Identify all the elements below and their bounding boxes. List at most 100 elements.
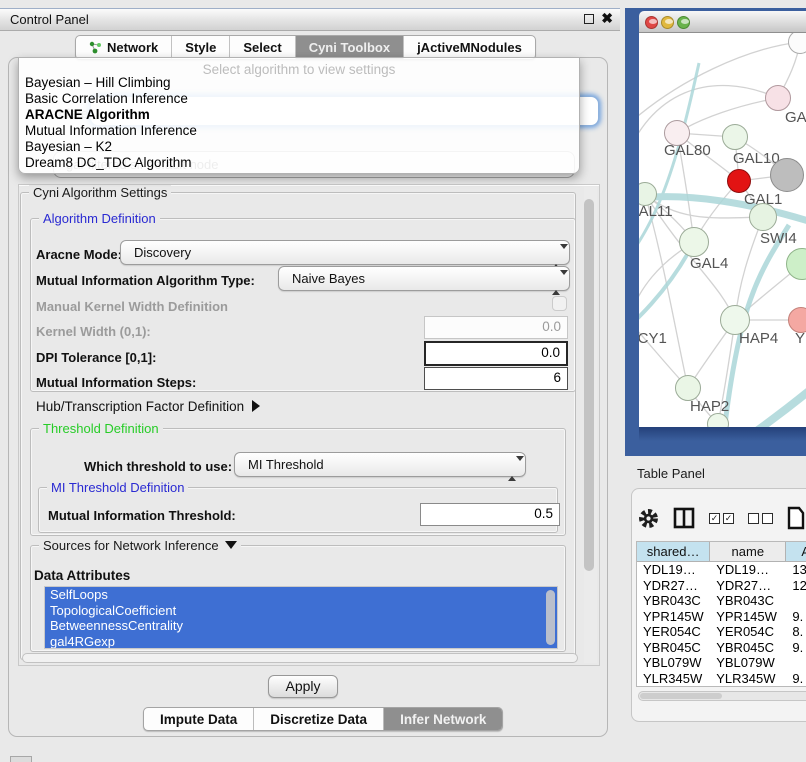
sources-title-text: Sources for Network Inference — [43, 538, 219, 553]
algorithm-option[interactable]: Mutual Information Inference — [19, 123, 579, 139]
table-panel-title: Table Panel — [637, 466, 705, 481]
table-cell: YDR27… — [637, 578, 710, 594]
table-row[interactable]: YLR345WYLR345W9. — [637, 671, 806, 687]
table-cell: YPR145W — [637, 609, 710, 625]
node-gal1[interactable] — [727, 169, 751, 193]
node-swi4[interactable] — [749, 203, 777, 231]
column-header-2[interactable]: name — [710, 542, 786, 562]
table-row[interactable]: YDR27…YDR27…12 — [637, 578, 806, 594]
table-row[interactable]: YIL052CYIL052C9 — [637, 686, 806, 687]
gear-icon[interactable] — [638, 508, 659, 529]
table-cell: 13 — [786, 562, 806, 578]
table-cell: 8. — [786, 624, 806, 640]
tab-infer-network[interactable]: Infer Network — [384, 708, 502, 730]
column-header-3[interactable]: A — [786, 542, 806, 562]
node-label-hap2: HAP2 — [690, 398, 729, 415]
aracne-mode-combobox[interactable]: Discovery — [120, 240, 570, 265]
node-gal[interactable] — [765, 85, 791, 111]
data-attribute-item[interactable]: TopologicalCoefficient — [45, 603, 557, 619]
sources-group-title[interactable]: Sources for Network Inference — [39, 538, 241, 553]
tab-label: Select — [243, 40, 281, 55]
tab-select[interactable]: Select — [230, 36, 295, 59]
algorithm-option[interactable]: Bayesian – Hill Climbing — [19, 75, 579, 91]
algorithm-option[interactable]: Bayesian – K2 — [19, 139, 579, 155]
table-row[interactable]: YBR043CYBR043C — [637, 593, 806, 609]
aracne-mode-value: Discovery — [134, 245, 191, 260]
settings-scrollbar-thumb[interactable] — [584, 199, 594, 571]
minimize-traffic-light-icon[interactable] — [661, 16, 674, 29]
show-columns-icon[interactable]: ✓✓ — [709, 513, 734, 524]
data-attribute-item[interactable]: SelfLoops — [45, 587, 557, 603]
table-row[interactable]: YER054CYER054C8. — [637, 624, 806, 640]
table-horizontal-scrollbar-thumb[interactable] — [640, 693, 722, 699]
table-cell: YBL079W — [710, 655, 786, 671]
table-row[interactable]: YDL19…YDL19…13 — [637, 562, 806, 578]
table-cell: 12 — [786, 578, 806, 594]
combo-stepper-icon — [552, 245, 561, 268]
mi-type-combobox[interactable]: Naive Bayes — [278, 266, 570, 291]
attribute-list-scrollbar-thumb[interactable] — [546, 590, 555, 645]
settings-scrollbar-track[interactable] — [584, 187, 597, 663]
minimized-panel-handle[interactable] — [10, 756, 32, 762]
hub-definition-expander[interactable]: Hub/Transcription Factor Definition — [36, 399, 260, 414]
table-cell: YER054C — [710, 624, 786, 640]
network-window-titlebar[interactable] — [639, 11, 806, 33]
hide-columns-icon[interactable] — [748, 513, 773, 524]
tab-label: Cyni Toolbox — [309, 40, 390, 55]
tab-jactivemnodules[interactable]: jActiveMNodules — [404, 36, 535, 59]
node-gal4[interactable] — [679, 227, 709, 257]
table-cell: YER054C — [637, 624, 710, 640]
data-attribute-item[interactable]: gal4RGexp — [45, 634, 557, 650]
network-tab-icon — [89, 41, 102, 54]
algorithm-option[interactable]: ARACNE Algorithm — [19, 107, 579, 123]
tab-network[interactable]: Network — [76, 36, 172, 59]
algorithm-definition-title: Algorithm Definition — [39, 211, 160, 226]
hub-definition-label: Hub/Transcription Factor Definition — [36, 399, 244, 414]
close-icon[interactable]: ✖ — [601, 10, 613, 27]
table-cell: YLR345W — [710, 671, 786, 687]
node[interactable] — [770, 158, 804, 192]
which-threshold-combobox[interactable]: MI Threshold — [234, 452, 526, 477]
table-row[interactable]: YBR045CYBR045C9. — [637, 640, 806, 656]
table-cell: YDR27… — [710, 578, 786, 594]
data-attribute-item[interactable]: BetweennessCentrality — [45, 618, 557, 634]
apply-button[interactable]: Apply — [268, 675, 338, 698]
tab-style[interactable]: Style — [172, 36, 230, 59]
canvas-bottom-shadow — [639, 427, 806, 441]
node-gal10[interactable] — [722, 124, 748, 150]
table-cell: YDL19… — [637, 562, 710, 578]
zoom-traffic-light-icon[interactable] — [677, 16, 690, 29]
tab-discretize-data[interactable]: Discretize Data — [254, 708, 384, 730]
tab-cyni-toolbox[interactable]: Cyni Toolbox — [296, 36, 404, 59]
network-canvas[interactable]: GALGAL80GAL10GAL1GAL11SWI4GAL4GCY1HAP4YH… — [639, 33, 806, 427]
mi-threshold-field[interactable]: 0.5 — [420, 503, 560, 526]
table-horizontal-scrollbar[interactable] — [638, 691, 806, 701]
node-label-gal4: GAL4 — [690, 255, 728, 272]
kernel-width-field[interactable]: 0.0 — [424, 316, 568, 339]
close-traffic-light-icon[interactable] — [645, 16, 658, 29]
data-attributes-list[interactable]: SelfLoopsTopologicalCoefficientBetweenne… — [44, 586, 558, 649]
table-row[interactable]: YBL079WYBL079W — [637, 655, 806, 671]
settings-horizontal-scrollbar[interactable] — [22, 653, 578, 663]
algorithm-option[interactable]: Dream8 DC_TDC Algorithm — [19, 155, 579, 171]
dpi-tolerance-field[interactable]: 0.0 — [424, 341, 568, 366]
mi-type-value: Naive Bayes — [292, 271, 365, 286]
mi-threshold-label: Mutual Information Threshold: — [48, 508, 236, 523]
table-cell: YDL19… — [710, 562, 786, 578]
manual-kernel-checkbox[interactable] — [552, 296, 567, 311]
table-toolbar: ✓✓ — [638, 503, 806, 533]
node-table[interactable]: shared…nameA YDL19…YDL19…13YDR27…YDR27…1… — [636, 541, 806, 687]
threshold-definition-title: Threshold Definition — [39, 421, 163, 436]
table-row[interactable]: YPR145WYPR145W9. — [637, 609, 806, 625]
columns-icon[interactable] — [673, 507, 695, 529]
algorithm-dropdown-popup: Select algorithm to view settings Bayesi… — [18, 57, 580, 174]
column-header-1[interactable]: shared… — [637, 542, 710, 562]
cyni-algorithm-settings-title: Cyni Algorithm Settings — [29, 185, 171, 200]
mi-steps-field[interactable]: 6 — [424, 367, 568, 390]
new-table-icon[interactable] — [787, 506, 805, 530]
tab-impute-data[interactable]: Impute Data — [144, 708, 254, 730]
float-window-icon[interactable] — [584, 14, 594, 24]
aracne-mode-label: Aracne Mode: — [36, 247, 122, 262]
algorithm-option[interactable]: Basic Correlation Inference — [19, 91, 579, 107]
tab-label: Style — [185, 40, 216, 55]
